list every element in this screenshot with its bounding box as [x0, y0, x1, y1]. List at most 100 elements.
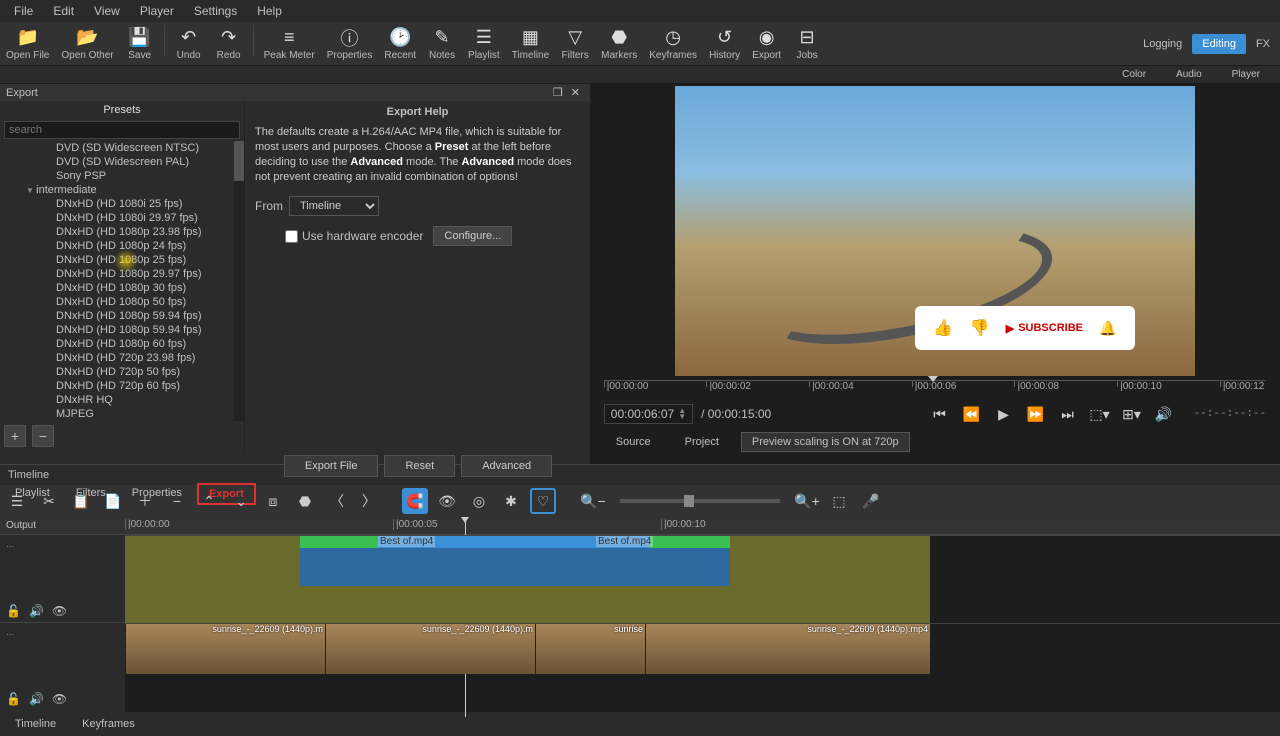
toolbar-keyframes[interactable]: ◷Keyframes	[643, 25, 703, 63]
skip-start-button[interactable]: ⏮	[926, 402, 954, 426]
tl-overwrite-button[interactable]: ⌄	[228, 488, 254, 514]
track-header-v1[interactable]: ... 🔓🔊👁	[0, 534, 125, 622]
bottom-tab-timeline[interactable]: Timeline	[4, 714, 67, 734]
lock-icon[interactable]: 🔓	[6, 604, 21, 618]
preset-item[interactable]: DVD (SD Widescreen NTSC)	[0, 141, 244, 155]
preset-item[interactable]: DNxHD (HD 1080p 24 fps)	[0, 239, 244, 253]
volume-button[interactable]: 🔊	[1150, 402, 1178, 426]
toolbar-playlist[interactable]: ☰Playlist	[462, 25, 506, 63]
tl-append-button[interactable]: ＋	[132, 488, 158, 514]
from-select[interactable]: Timeline	[289, 196, 379, 216]
menu-help[interactable]: Help	[247, 1, 292, 21]
toolbar-properties[interactable]: ⓘProperties	[321, 25, 379, 63]
tl-scrub-button[interactable]: 👁	[434, 488, 460, 514]
toolbar-recent[interactable]: 🕑Recent	[378, 25, 422, 63]
tl-cut-button[interactable]: ✂	[36, 488, 62, 514]
preset-item[interactable]: DNxHD (HD 720p 23.98 fps)	[0, 351, 244, 365]
preset-item[interactable]: DVD (SD Widescreen PAL)	[0, 155, 244, 169]
track-header-v2[interactable]: ... 🔓🔊👁	[0, 622, 125, 710]
preset-item[interactable]: DNxHD (HD 1080i 25 fps)	[0, 197, 244, 211]
toolbar-jobs[interactable]: ⊟Jobs	[787, 25, 827, 63]
tl-lift-button[interactable]: ⌃	[196, 488, 222, 514]
source-button[interactable]: Source	[604, 433, 663, 451]
tl-ripple-markers-button[interactable]: ♡	[530, 488, 556, 514]
configure-button[interactable]: Configure...	[433, 226, 512, 246]
hide-icon[interactable]: 👁	[52, 692, 67, 706]
toolbar-peak-meter[interactable]: ≡Peak Meter	[258, 25, 321, 63]
preset-item[interactable]: DNxHD (HD 1080p 59.94 fps)	[0, 323, 244, 337]
toolbar-save[interactable]: 💾Save	[120, 25, 160, 63]
tl-ripple-button[interactable]: ◎	[466, 488, 492, 514]
track-2[interactable]: sunrise_-_22609 (1440p).m sunrise_-_2260…	[125, 623, 1280, 711]
mute-icon[interactable]: 🔊	[29, 692, 44, 706]
toolbar-redo[interactable]: ↷Redo	[209, 25, 249, 63]
toolbar-history[interactable]: ↺History	[703, 25, 746, 63]
preset-add-button[interactable]: +	[4, 425, 26, 447]
tl-zoom-in-button[interactable]: 🔍+	[794, 488, 820, 514]
tl-zoom-out-button[interactable]: 🔍−	[580, 488, 606, 514]
toolbar-filters[interactable]: ▽Filters	[555, 25, 595, 63]
play-button[interactable]: ▶	[990, 402, 1018, 426]
preset-remove-button[interactable]: −	[32, 425, 54, 447]
tl-menu-button[interactable]: ☰	[4, 488, 30, 514]
tl-zoom-fit-button[interactable]: ⬚	[826, 488, 852, 514]
toolbar-undo[interactable]: ↶Undo	[169, 25, 209, 63]
scaling-indicator[interactable]: Preview scaling is ON at 720p	[741, 432, 910, 452]
toolbar-timeline[interactable]: ▦Timeline	[506, 25, 555, 63]
panel-close-icon[interactable]: ✕	[567, 86, 584, 99]
preset-item[interactable]: DNxHD (HD 720p 50 fps)	[0, 365, 244, 379]
mode-logging[interactable]: Logging	[1133, 34, 1192, 54]
preset-item[interactable]: MJPEG	[0, 407, 244, 421]
preset-item[interactable]: DNxHD (HD 1080p 30 fps)	[0, 281, 244, 295]
tl-paste-button[interactable]: 📄	[100, 488, 126, 514]
skip-end-button[interactable]: ⏭	[1054, 402, 1082, 426]
preset-item[interactable]: DNxHD (HD 1080p 50 fps)	[0, 295, 244, 309]
toolbar-notes[interactable]: ✎Notes	[422, 25, 462, 63]
tl-zoom-slider[interactable]	[620, 499, 780, 503]
tl-next-button[interactable]: 〉	[356, 488, 382, 514]
mute-icon[interactable]: 🔊	[29, 604, 44, 618]
layout-audio[interactable]: Audio	[1176, 69, 1202, 80]
reset-button[interactable]: Reset	[384, 455, 455, 477]
timeline-ruler[interactable]: |00:00:00|00:00:05|00:00:10	[125, 517, 1280, 535]
lock-icon[interactable]: 🔓	[6, 692, 21, 706]
tl-remove-button[interactable]: −	[164, 488, 190, 514]
layout-color[interactable]: Color	[1122, 69, 1146, 80]
toolbar-markers[interactable]: ⬣Markers	[595, 25, 643, 63]
preset-category[interactable]: intermediate	[0, 183, 244, 197]
preset-item[interactable]: Sony PSP	[0, 169, 244, 183]
hide-icon[interactable]: 👁	[52, 604, 67, 618]
export-file-button[interactable]: Export File	[284, 455, 379, 477]
rewind-button[interactable]: ⏪	[958, 402, 986, 426]
tl-copy-button[interactable]: 📋	[68, 488, 94, 514]
hw-encoder-checkbox[interactable]	[285, 230, 298, 243]
menu-view[interactable]: View	[84, 1, 130, 21]
preset-item[interactable]: DNxHD (HD 1080p 59.94 fps)	[0, 309, 244, 323]
panel-float-icon[interactable]: ❐	[549, 86, 567, 99]
presets-list[interactable]: DVD (SD Widescreen NTSC)DVD (SD Widescre…	[0, 141, 244, 421]
preset-item[interactable]: DNxHD (HD 1080p 25 fps)	[0, 253, 244, 267]
preset-item[interactable]: DNxHR HQ	[0, 393, 244, 407]
mode-fx[interactable]: FX	[1246, 34, 1280, 54]
toolbar-export[interactable]: ◉Export	[746, 25, 787, 63]
grid-button[interactable]: ⊞▾	[1118, 402, 1146, 426]
preset-item[interactable]: DNxHD (HD 1080p 23.98 fps)	[0, 225, 244, 239]
preset-item[interactable]: DNxHD (HD 1080p 60 fps)	[0, 337, 244, 351]
zoom-fit-button[interactable]: ⬚▾	[1086, 402, 1114, 426]
presets-search-input[interactable]	[4, 121, 240, 139]
tl-ripple-all-button[interactable]: ✱	[498, 488, 524, 514]
preset-item[interactable]: DNxHD (HD 720p 60 fps)	[0, 379, 244, 393]
menu-settings[interactable]: Settings	[184, 1, 247, 21]
mode-editing[interactable]: Editing	[1192, 34, 1246, 54]
tl-split-button[interactable]: ⧈	[260, 488, 286, 514]
forward-button[interactable]: ⏩	[1022, 402, 1050, 426]
tl-prev-button[interactable]: 〈	[324, 488, 350, 514]
preset-item[interactable]: DNxHD (HD 1080i 29.97 fps)	[0, 211, 244, 225]
menu-player[interactable]: Player	[130, 1, 184, 21]
bottom-tab-keyframes[interactable]: Keyframes	[71, 714, 146, 734]
toolbar-open-other[interactable]: 📂Open Other	[55, 25, 119, 63]
layout-player[interactable]: Player	[1232, 69, 1260, 80]
track-1[interactable]: Best of.mp4 Best of.mp4	[125, 535, 1280, 623]
advanced-button[interactable]: Advanced	[461, 455, 552, 477]
toolbar-open-file[interactable]: 📁Open File	[0, 25, 55, 63]
